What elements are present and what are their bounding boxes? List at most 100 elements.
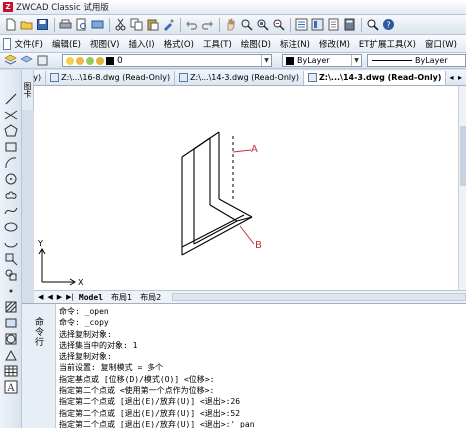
doc-tab-14-3[interactable]: Z:\...\14-3.dwg (Read-Only): [175, 70, 304, 85]
menu-file[interactable]: 文件(F): [14, 38, 43, 50]
lock-icon[interactable]: [86, 56, 94, 65]
print-preview-icon[interactable]: [74, 18, 88, 32]
menu-draw[interactable]: 绘图(D): [241, 38, 271, 50]
tab-model[interactable]: Model: [76, 293, 106, 302]
line-icon[interactable]: [4, 92, 18, 106]
publish-icon[interactable]: [90, 18, 104, 32]
horizontal-scrollbar[interactable]: [172, 293, 466, 301]
open-folder-icon[interactable]: [19, 18, 33, 32]
wall-drawing: [181, 131, 253, 256]
spline-icon[interactable]: [4, 204, 18, 218]
point-icon[interactable]: [4, 284, 18, 298]
print-icon[interactable]: [58, 18, 72, 32]
command-line: 指定第二个点或 <使用第一个点作为位移>:: [59, 386, 215, 396]
help-icon[interactable]: ?: [381, 18, 395, 32]
make-block-icon[interactable]: [4, 268, 18, 282]
title-bar: Z ZWCAD Classic 试用版: [0, 0, 466, 15]
last-tab-arrow[interactable]: ▶|: [66, 293, 74, 301]
linetype-dropdown[interactable]: ByLayer: [367, 54, 466, 67]
command-line: 选择复制对象:: [59, 352, 112, 362]
region-icon[interactable]: [4, 316, 18, 330]
sun-freeze-icon[interactable]: [76, 56, 84, 65]
search-icon[interactable]: [365, 18, 379, 32]
chevron-down-icon[interactable]: ▼: [351, 55, 361, 66]
circle-icon[interactable]: [4, 172, 18, 186]
menu-insert[interactable]: 插入(I): [128, 38, 154, 50]
command-line: 命令: _open: [59, 307, 109, 316]
layer-states-icon[interactable]: [35, 54, 49, 68]
tab-navigation-arrows[interactable]: ◂ ▸ ▾ ×: [449, 73, 466, 82]
ellipse-icon[interactable]: [4, 220, 18, 234]
menu-view[interactable]: 视图(V): [90, 38, 119, 50]
doc-tab-label: Z:\...\14-3.dwg (Read-Only): [190, 73, 299, 82]
first-tab-arrow[interactable]: ◀: [38, 293, 43, 301]
layer-manager-icon[interactable]: [3, 54, 17, 68]
prev-tab-arrow[interactable]: ◀: [47, 293, 52, 301]
next-tab-arrow[interactable]: ▶: [57, 293, 62, 301]
layer-state-icon[interactable]: [96, 56, 104, 65]
drawing-canvas[interactable]: A B Y X: [34, 86, 458, 290]
undo-icon[interactable]: [184, 18, 198, 32]
tab-layout2[interactable]: 布局2: [137, 292, 164, 303]
menu-bar: 文件(F) 编辑(E) 视图(V) 插入(I) 格式(O) 工具(T) 绘图(D…: [0, 35, 466, 53]
save-icon[interactable]: [35, 18, 49, 32]
match-properties-icon[interactable]: [161, 18, 175, 32]
tool-palettes-icon[interactable]: [326, 18, 340, 32]
color-swatch: [286, 56, 294, 65]
menu-et-tools[interactable]: ET扩展工具(X): [359, 38, 416, 50]
menu-dimension[interactable]: 标注(N): [280, 38, 310, 50]
new-file-icon[interactable]: [3, 18, 17, 32]
drawing-file-icon: [179, 73, 189, 82]
ellipse-arc-icon[interactable]: [4, 236, 18, 250]
command-line: 命令: _copy: [59, 318, 109, 328]
menu-modify[interactable]: 修改(M): [319, 38, 350, 50]
tab-layout1[interactable]: 布局1: [108, 292, 135, 303]
copy-icon[interactable]: [129, 18, 143, 32]
layout-tabs-bar: ◀ ◀ ▶ ▶| Model 布局1 布局2: [34, 290, 466, 303]
wipeout-icon[interactable]: [4, 348, 18, 362]
zoom-window-icon[interactable]: [255, 18, 269, 32]
multiline-text-icon[interactable]: A: [4, 380, 18, 394]
construction-line-icon[interactable]: [4, 108, 18, 122]
menu-tools[interactable]: 工具(T): [203, 38, 232, 50]
menu-edit[interactable]: 编辑(E): [52, 38, 81, 50]
color-value: ByLayer: [297, 56, 330, 65]
doc-tab-16-8[interactable]: Z:\...\16-8.dwg (Read-Only): [46, 70, 176, 85]
zoom-previous-icon[interactable]: [271, 18, 285, 32]
pan-hand-icon[interactable]: [223, 18, 237, 32]
lightbulb-icon[interactable]: [66, 56, 74, 65]
command-line-panel: 命令行 命令: _open 命令: _copy 选择复制对象: 选择集当中的对象…: [22, 303, 466, 428]
color-dropdown[interactable]: ByLayer ▼: [282, 54, 362, 67]
doc-tab-14-3-active[interactable]: Z:\...\14-3.dwg (Read-Only): [304, 70, 447, 85]
paste-icon[interactable]: [145, 18, 159, 32]
command-history: 命令: _open 命令: _copy 选择复制对象: 选择集当中的对象: 1 …: [59, 306, 464, 428]
vertical-scrollbar[interactable]: [458, 86, 466, 290]
design-center-icon[interactable]: [310, 18, 324, 32]
outline-top-inner-edge: [193, 137, 211, 150]
command-panel-grip[interactable]: 命令行: [22, 304, 56, 428]
redo-icon[interactable]: [200, 18, 214, 32]
properties-icon[interactable]: [294, 18, 308, 32]
drawing-file-icon: [50, 73, 60, 82]
arc-icon[interactable]: [4, 156, 18, 170]
rectangle-icon[interactable]: [4, 140, 18, 154]
layer-dropdown[interactable]: 0 ▼: [62, 54, 272, 67]
cut-icon[interactable]: [113, 18, 127, 32]
chevron-down-icon[interactable]: ▼: [261, 55, 271, 66]
toolbar-separator: [219, 17, 220, 32]
polygon-icon[interactable]: [4, 124, 18, 138]
menu-format[interactable]: 格式(O): [164, 38, 194, 50]
boundary-icon[interactable]: [4, 332, 18, 346]
menu-window[interactable]: 窗口(W): [425, 38, 457, 50]
callout-a-leader: [232, 149, 252, 153]
layer-previous-icon[interactable]: [19, 54, 33, 68]
calculator-icon[interactable]: [342, 18, 356, 32]
zoom-realtime-icon[interactable]: [239, 18, 253, 32]
insert-block-icon[interactable]: [4, 252, 18, 266]
document-menu-icon[interactable]: [3, 37, 12, 50]
scrollbar-thumb[interactable]: [460, 126, 466, 186]
hatch-icon[interactable]: [4, 300, 18, 314]
ucs-icon: [38, 248, 76, 286]
table-icon[interactable]: [4, 364, 18, 378]
revision-cloud-icon[interactable]: [4, 188, 18, 202]
